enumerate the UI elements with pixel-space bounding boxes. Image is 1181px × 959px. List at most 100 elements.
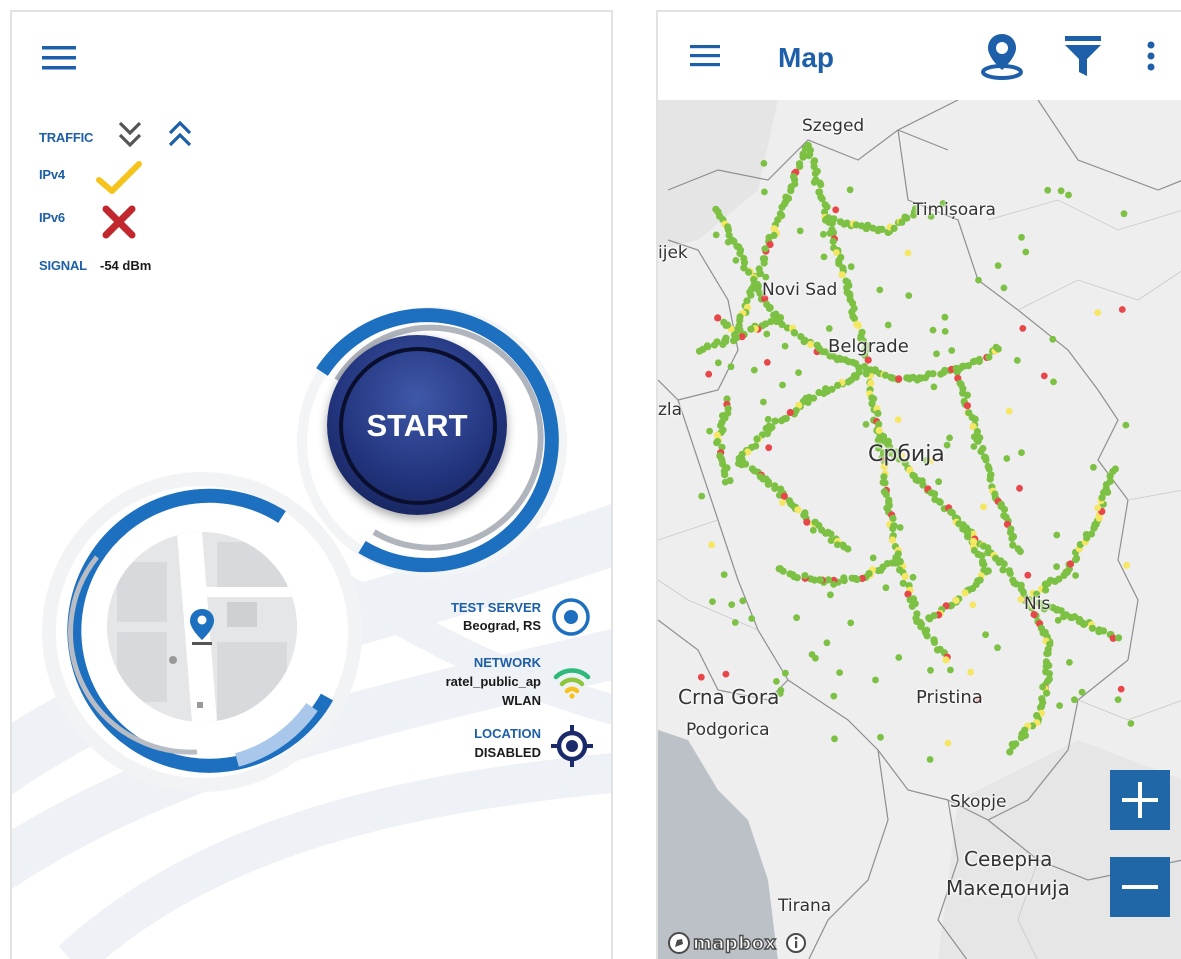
measurement-dot xyxy=(942,656,950,664)
measurement-dot xyxy=(986,475,994,483)
measurement-dot xyxy=(1068,614,1076,622)
measurement-dot xyxy=(825,325,833,332)
zoom-in-button[interactable] xyxy=(1110,770,1170,830)
test-server-label: TEST SERVER xyxy=(450,600,541,615)
measurement-dot xyxy=(1094,309,1102,316)
measurement-dot xyxy=(739,597,747,605)
measurement-dot xyxy=(941,328,949,335)
measurement-dot xyxy=(869,554,877,562)
measurement-dot xyxy=(788,502,796,509)
measurement-dot xyxy=(742,460,750,468)
network-label: NETWORK xyxy=(473,655,541,670)
measurement-dot xyxy=(714,314,722,322)
label-szeged: Szeged xyxy=(802,116,865,136)
measurement-dot xyxy=(963,391,971,399)
measurement-dot xyxy=(820,253,828,261)
measurement-dot xyxy=(994,644,1001,652)
measurement-dot xyxy=(875,426,883,435)
measurement-dot xyxy=(1072,572,1079,579)
measurement-dot xyxy=(1099,627,1108,635)
measurement-dot xyxy=(1057,187,1065,195)
measurement-dot xyxy=(908,602,916,610)
label-srbija: Србија xyxy=(868,442,945,467)
more-options-icon[interactable] xyxy=(1146,40,1156,72)
measurement-dot xyxy=(730,337,738,345)
zoom-out-button[interactable] xyxy=(1110,857,1170,917)
measurement-dot xyxy=(1114,696,1122,703)
measurement-dot xyxy=(967,668,975,676)
measurement-dot xyxy=(714,359,722,367)
measurement-dot xyxy=(811,169,819,177)
measurement-dot xyxy=(779,381,786,389)
speedtest-screen: TRAFFIC IPv4 IPv6 SIGNAL -54 dBm START T… xyxy=(10,10,613,959)
mapbox-attribution[interactable]: mapbox xyxy=(668,930,807,956)
measurement-dot xyxy=(970,443,978,450)
measurement-dot xyxy=(876,286,884,294)
measurement-dot xyxy=(800,338,808,346)
measurement-dot xyxy=(1118,306,1126,313)
info-icon[interactable] xyxy=(785,932,807,954)
mini-map[interactable] xyxy=(107,532,297,722)
measurement-dot xyxy=(786,408,794,417)
measurement-dot xyxy=(776,565,784,573)
measurement-dot xyxy=(748,615,756,622)
measurement-dot xyxy=(853,320,861,328)
measurement-dot xyxy=(728,601,736,608)
hamburger-menu-icon[interactable] xyxy=(690,45,720,67)
measurement-dot xyxy=(1003,455,1011,462)
location-marker-icon[interactable] xyxy=(980,32,1024,80)
label-tirana: Tirana xyxy=(778,896,832,916)
measurement-dot xyxy=(697,673,705,681)
measurement-dot xyxy=(1006,569,1014,577)
measurement-dot xyxy=(904,249,912,257)
measurement-dot xyxy=(930,638,939,647)
measurement-dot xyxy=(922,629,929,637)
measurement-dot xyxy=(888,536,897,544)
measurement-dot xyxy=(731,619,739,626)
measurement-dot xyxy=(929,370,937,378)
measurement-dot xyxy=(844,545,852,553)
measurement-dot xyxy=(732,257,740,264)
measurement-dot xyxy=(1005,407,1013,415)
filter-icon[interactable] xyxy=(1063,34,1103,78)
measurement-dots xyxy=(695,141,1135,763)
measurement-dot xyxy=(807,340,815,348)
measurement-dot xyxy=(709,598,716,605)
map-canvas[interactable]: Szeged Timișoara ijek Novi Sad Belgrade … xyxy=(658,100,1181,959)
plus-icon xyxy=(1122,782,1158,818)
measurement-dot xyxy=(890,224,898,232)
measurement-dot xyxy=(708,541,715,549)
measurement-dot xyxy=(1017,734,1025,742)
measurement-dot xyxy=(753,435,761,443)
measurement-dot xyxy=(762,245,769,253)
label-osijek: ijek xyxy=(658,243,688,263)
measurement-dot xyxy=(840,574,848,582)
measurement-dot xyxy=(874,409,882,417)
measurement-dot xyxy=(889,514,897,522)
measurement-dot xyxy=(809,526,817,534)
measurement-dot xyxy=(1016,547,1024,556)
measurement-dot xyxy=(782,669,789,677)
start-button-label: START xyxy=(366,408,468,443)
crosshair-icon[interactable] xyxy=(550,724,594,768)
page-title: Map xyxy=(778,42,834,73)
measurement-dot xyxy=(929,326,937,334)
label-novi-sad: Novi Sad xyxy=(762,280,838,300)
measurement-dot xyxy=(1039,683,1046,691)
measurement-dot xyxy=(1022,248,1030,256)
target-icon[interactable] xyxy=(551,597,591,637)
measurement-dot xyxy=(1024,571,1032,579)
measurement-dot xyxy=(1071,696,1078,704)
measurement-dot xyxy=(944,739,952,747)
measurement-dot xyxy=(963,402,971,410)
measurement-dot xyxy=(909,573,917,581)
measurement-dot xyxy=(781,342,789,350)
measurement-dot xyxy=(881,479,889,487)
measurement-dot xyxy=(801,572,809,580)
measurement-dot xyxy=(941,313,949,321)
measurement-dot xyxy=(823,639,831,647)
wifi-icon xyxy=(553,668,591,699)
measurement-dot xyxy=(999,566,1007,574)
measurement-dot xyxy=(994,262,1002,269)
measurement-dot xyxy=(760,259,768,267)
